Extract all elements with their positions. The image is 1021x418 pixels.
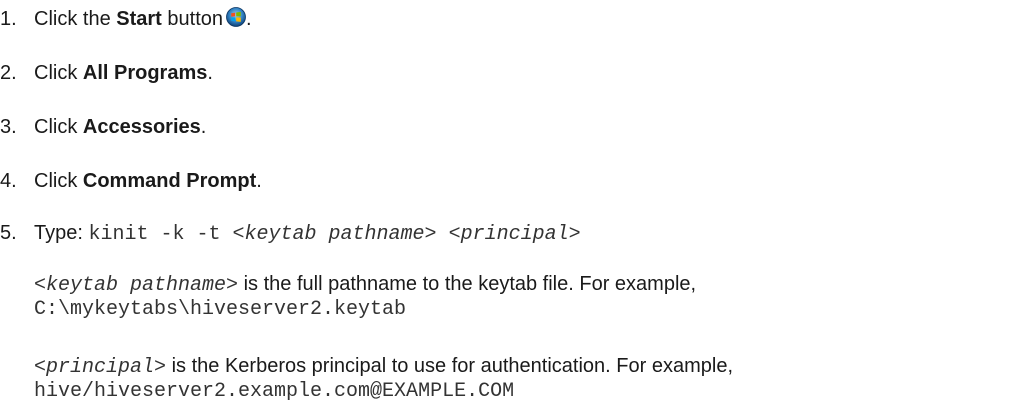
keytab-note: <keytab pathname> is the full pathname t…: [34, 272, 696, 322]
step-suffix: .: [207, 62, 213, 84]
step-text: Click Command Prompt.: [34, 168, 262, 194]
step-bold-label: Accessories: [82, 116, 201, 138]
step-prefix: Click: [34, 62, 83, 84]
step-number: 3.: [0, 116, 17, 138]
principal-example: hive/hiveserver2.example.com@EXAMPLE.COM: [34, 380, 515, 403]
step-bold-label: All Programs: [82, 62, 208, 84]
step-prefix: Click: [34, 116, 83, 138]
command-arg-keytab: <keytab pathname>: [232, 223, 437, 246]
step-suffix: .: [256, 170, 262, 192]
principal-term: <principal>: [34, 356, 167, 379]
principal-description: is the Kerberos principal to use for aut…: [166, 355, 733, 377]
step-bold-label: Start: [116, 8, 162, 30]
keytab-term: <keytab pathname>: [34, 274, 239, 297]
windows-start-orb-icon: [226, 7, 246, 27]
step-prefix: Click the: [34, 8, 117, 30]
step-bold-label: Command Prompt: [82, 170, 257, 192]
step-text: Click All Programs.: [34, 60, 213, 86]
command-separator: [437, 223, 449, 246]
step-suffix: .: [200, 116, 207, 138]
step-text: Type: kinit -k -t <keytab pathname> <pri…: [34, 220, 581, 248]
command-arg-principal: <principal>: [448, 223, 581, 246]
keytab-example: C:\mykeytabs\hiveserver2.keytab: [34, 298, 407, 321]
step-number: 4.: [0, 170, 17, 192]
command-code: kinit -k -t: [88, 223, 233, 246]
step-prefix: Click: [34, 170, 83, 192]
step-number: 2.: [0, 62, 17, 84]
step-prefix: Type:: [34, 222, 89, 244]
step-suffix: button: [161, 8, 223, 30]
step-after-icon: .: [246, 8, 252, 30]
step-number: 1.: [0, 8, 17, 30]
principal-note: <principal> is the Kerberos principal to…: [34, 354, 733, 404]
step-number: 5.: [0, 222, 17, 244]
keytab-description: is the full pathname to the keytab file.…: [238, 273, 697, 295]
step-text: Click the Start button .: [34, 6, 252, 32]
step-text: Click Accessories.: [34, 114, 206, 140]
